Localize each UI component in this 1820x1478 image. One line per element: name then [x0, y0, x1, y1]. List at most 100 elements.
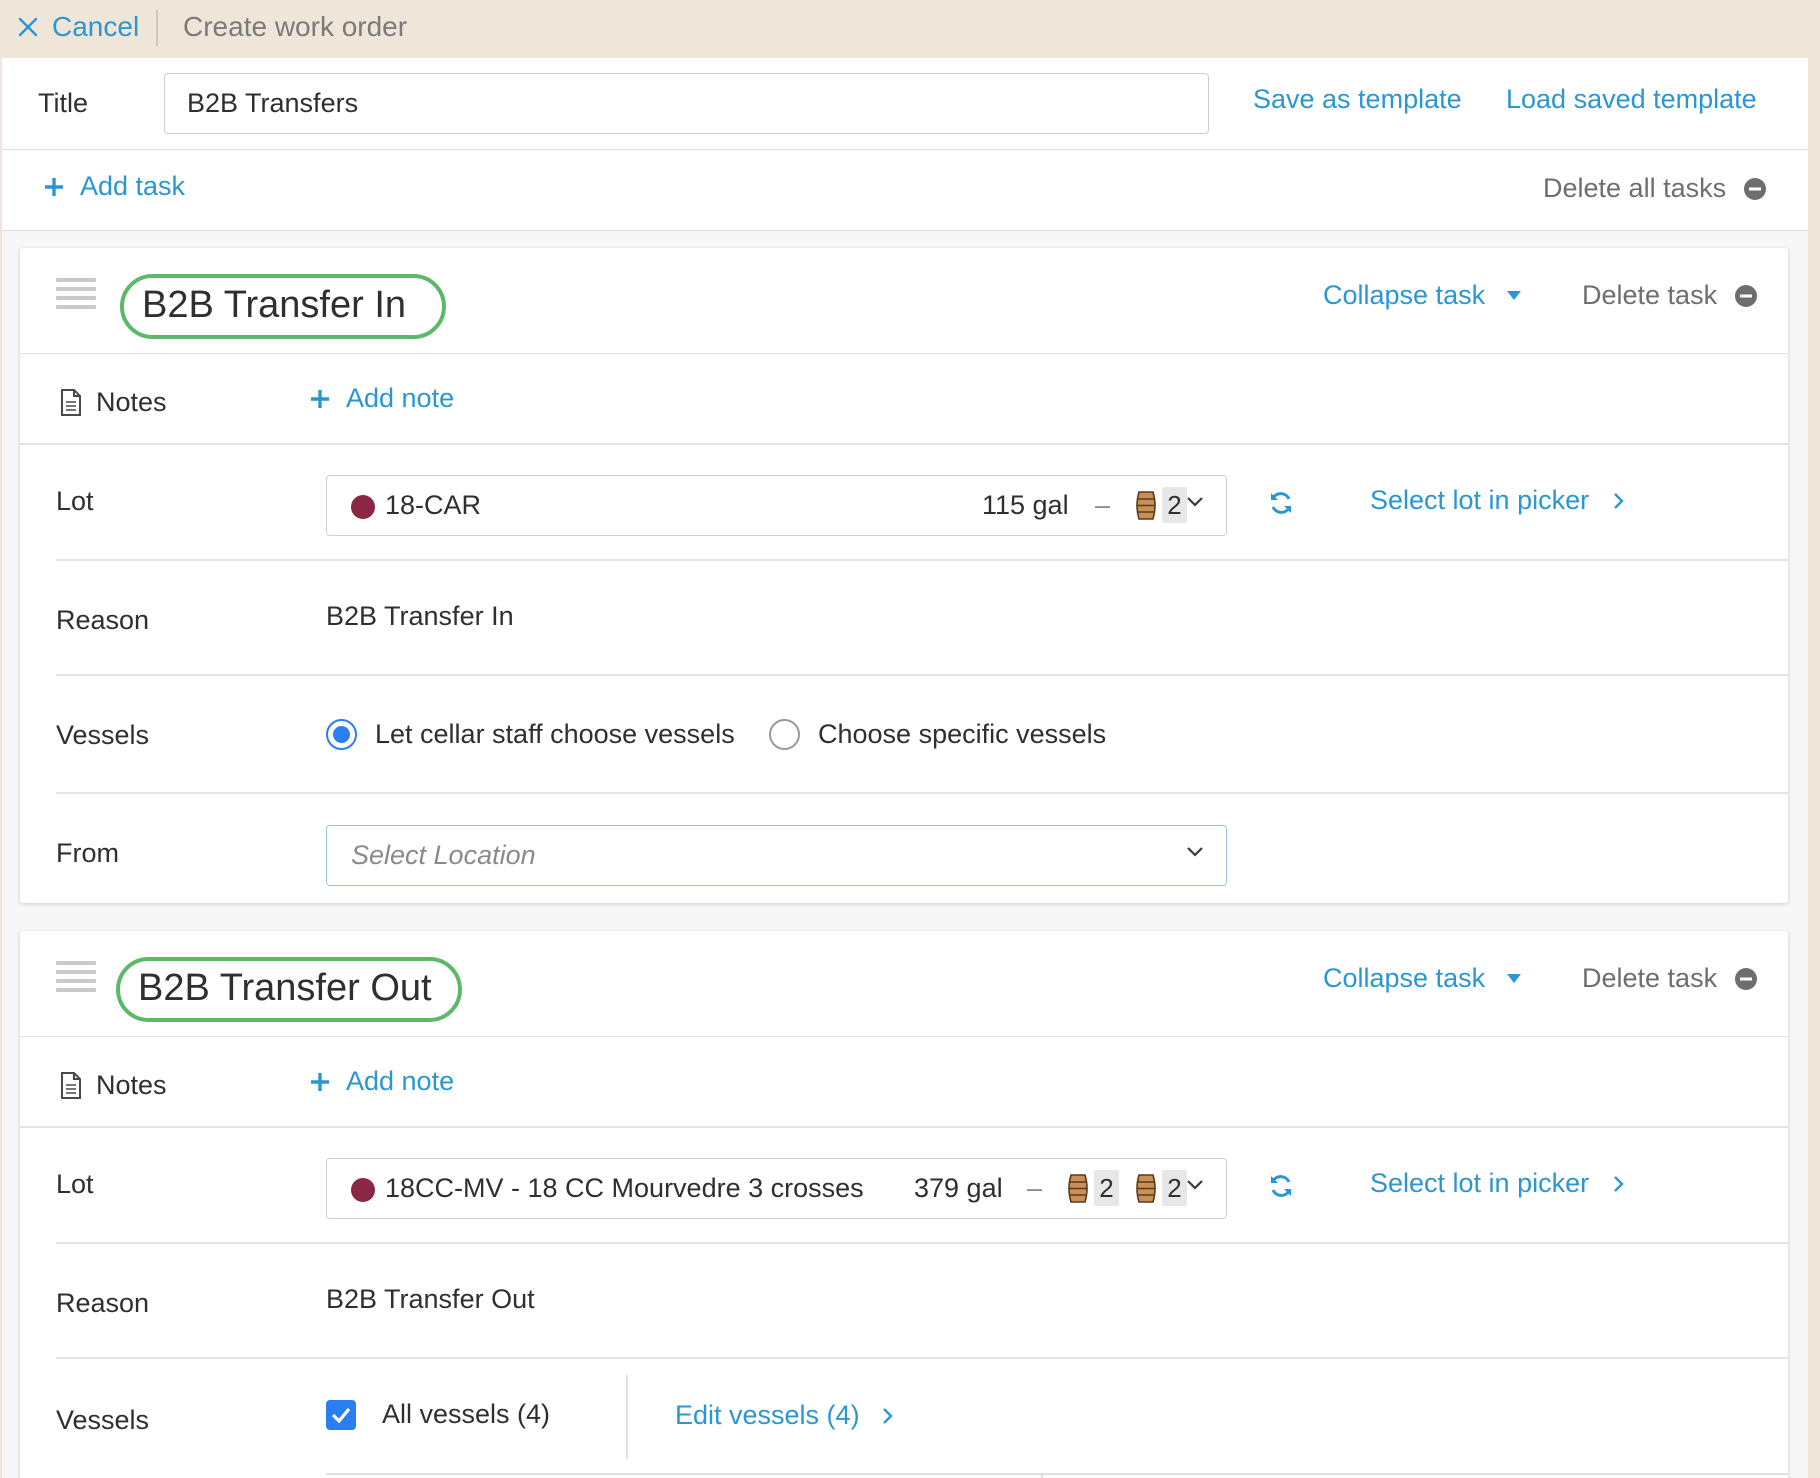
collapse-task-label: Collapse task [1323, 280, 1486, 310]
add-task-button[interactable]: Add task [44, 171, 185, 202]
notes-label: Notes [60, 387, 167, 418]
divider [156, 10, 158, 46]
refresh-icon[interactable] [1268, 490, 1294, 516]
cancel-button[interactable]: Cancel [18, 11, 139, 43]
save-as-template-link[interactable]: Save as template [1253, 84, 1462, 115]
add-note-button[interactable]: Add note [310, 1066, 454, 1097]
plus-icon [311, 1072, 329, 1091]
add-task-label: Add task [80, 171, 186, 201]
edit-vessels-link[interactable]: Edit vessels (4) [675, 1400, 893, 1431]
collapse-task-label: Collapse task [1323, 963, 1486, 993]
select-lot-in-picker-link[interactable]: Select lot in picker [1370, 1168, 1624, 1199]
plus-icon [45, 177, 63, 196]
minus-circle-icon [1735, 284, 1758, 307]
location-select[interactable]: Select Location [326, 825, 1227, 886]
close-icon [18, 17, 38, 37]
wine-color-dot [351, 495, 375, 519]
lot-name: 18CC-MV - 18 CC Mourvedre 3 crosses [385, 1173, 864, 1203]
divider [1041, 1473, 1043, 1478]
chevron-down-icon [1187, 497, 1203, 507]
lot-label: Lot [56, 486, 94, 516]
add-note-label: Add note [346, 1066, 455, 1096]
collapse-task-button[interactable]: Collapse task [1323, 963, 1522, 994]
caret-down-icon [1507, 291, 1522, 300]
drag-handle-icon[interactable] [56, 278, 96, 316]
vessels-row: Vessels All vessels (4) Edit vessels (4) [56, 1361, 1788, 1478]
lot-select[interactable]: 18-CAR 115 gal – 2 [326, 475, 1227, 536]
task-title: B2B Transfer Out [116, 957, 462, 1022]
task-header: B2B Transfer Out Collapse task Delete ta… [20, 931, 1788, 1037]
reason-row: Reason B2B Transfer Out [56, 1246, 1788, 1359]
all-vessels-label: All vessels (4) [382, 1399, 551, 1429]
minus-circle-icon [1735, 967, 1758, 990]
document-icon [61, 389, 81, 416]
drag-handle-icon[interactable] [56, 961, 96, 999]
delete-task-label: Delete task [1582, 963, 1718, 993]
lot-label: Lot [56, 1169, 94, 1199]
title-input[interactable]: B2B Transfers [164, 73, 1209, 134]
delete-all-tasks-button[interactable]: Delete all tasks [1543, 173, 1767, 204]
notes-row: Notes Add note [20, 355, 1788, 445]
collapse-task-button[interactable]: Collapse task [1323, 280, 1522, 311]
vessels-label: Vessels [56, 720, 150, 750]
work-order-panel: Title B2B Transfers Save as template Loa… [2, 58, 1808, 1478]
cancel-label: Cancel [52, 11, 140, 42]
delete-task-label: Delete task [1582, 280, 1718, 310]
divider [626, 1375, 628, 1459]
all-vessels-checkbox[interactable]: All vessels (4) [326, 1399, 550, 1430]
minus-circle-icon [1744, 177, 1767, 200]
barrel-icon [1136, 491, 1156, 520]
title-label: Title [38, 88, 89, 118]
notes-row: Notes Add note [20, 1038, 1788, 1128]
notes-label: Notes [60, 1070, 167, 1101]
delete-task-button[interactable]: Delete task [1582, 963, 1758, 994]
barrel-icon [1136, 1174, 1156, 1203]
check-icon [331, 1407, 351, 1423]
lot-volume: 379 gal [914, 1173, 1003, 1203]
task-header: B2B Transfer In Collapse task Delete tas… [20, 248, 1788, 354]
load-saved-template-link[interactable]: Load saved template [1506, 84, 1757, 115]
chevron-right-icon [882, 1407, 893, 1424]
delete-task-button[interactable]: Delete task [1582, 280, 1758, 311]
tasks-toolbar: Add task Delete all tasks [2, 151, 1808, 231]
task-title: B2B Transfer In [120, 274, 447, 339]
radio-label: Let cellar staff choose vessels [375, 719, 735, 749]
barrel-icon [1068, 1174, 1088, 1203]
reason-value: B2B Transfer In [326, 601, 514, 631]
radio-let-staff-choose[interactable]: Let cellar staff choose vessels [326, 719, 735, 750]
barrel-count: 2 [1162, 1170, 1187, 1206]
select-lot-in-picker-label: Select lot in picker [1370, 485, 1590, 515]
lot-name: 18-CAR [385, 490, 482, 520]
radio-choose-specific[interactable]: Choose specific vessels [769, 719, 1106, 750]
reason-label: Reason [56, 605, 150, 635]
radio-label: Choose specific vessels [818, 719, 1107, 749]
lot-row: Lot 18CC-MV - 18 CC Mourvedre 3 crosses … [56, 1130, 1788, 1244]
plus-icon [311, 389, 329, 408]
radio-button[interactable] [769, 719, 800, 750]
radio-button-selected[interactable] [326, 719, 357, 750]
separator-dash: – [1027, 1173, 1043, 1203]
chevron-right-icon [1614, 492, 1624, 509]
separator-dash: – [1095, 490, 1111, 520]
edit-vessels-label: Edit vessels (4) [675, 1400, 860, 1430]
select-lot-in-picker-link[interactable]: Select lot in picker [1370, 485, 1624, 516]
barrel-count: 2 [1162, 487, 1187, 523]
lot-volume: 115 gal [982, 490, 1069, 520]
caret-down-icon [1507, 974, 1522, 983]
title-row: Title B2B Transfers Save as template Loa… [2, 58, 1808, 150]
add-note-button[interactable]: Add note [310, 383, 454, 414]
refresh-icon[interactable] [1268, 1173, 1294, 1199]
from-label: From [56, 838, 119, 868]
reason-row: Reason B2B Transfer In [56, 563, 1788, 676]
notes-label-text: Notes [96, 1070, 167, 1100]
vessels-label: Vessels [56, 1405, 150, 1435]
checkbox-checked[interactable] [326, 1399, 356, 1430]
chevron-right-icon [1614, 1175, 1624, 1192]
lot-select[interactable]: 18CC-MV - 18 CC Mourvedre 3 crosses 379 … [326, 1158, 1227, 1219]
vessels-row: Vessels Let cellar staff choose vessels … [56, 678, 1788, 794]
document-icon [61, 1072, 81, 1099]
chevron-down-icon [1187, 1180, 1203, 1190]
task-card: B2B Transfer Out Collapse task Delete ta… [20, 931, 1788, 1478]
location-placeholder: Select Location [351, 840, 536, 870]
wine-color-dot [351, 1178, 375, 1202]
